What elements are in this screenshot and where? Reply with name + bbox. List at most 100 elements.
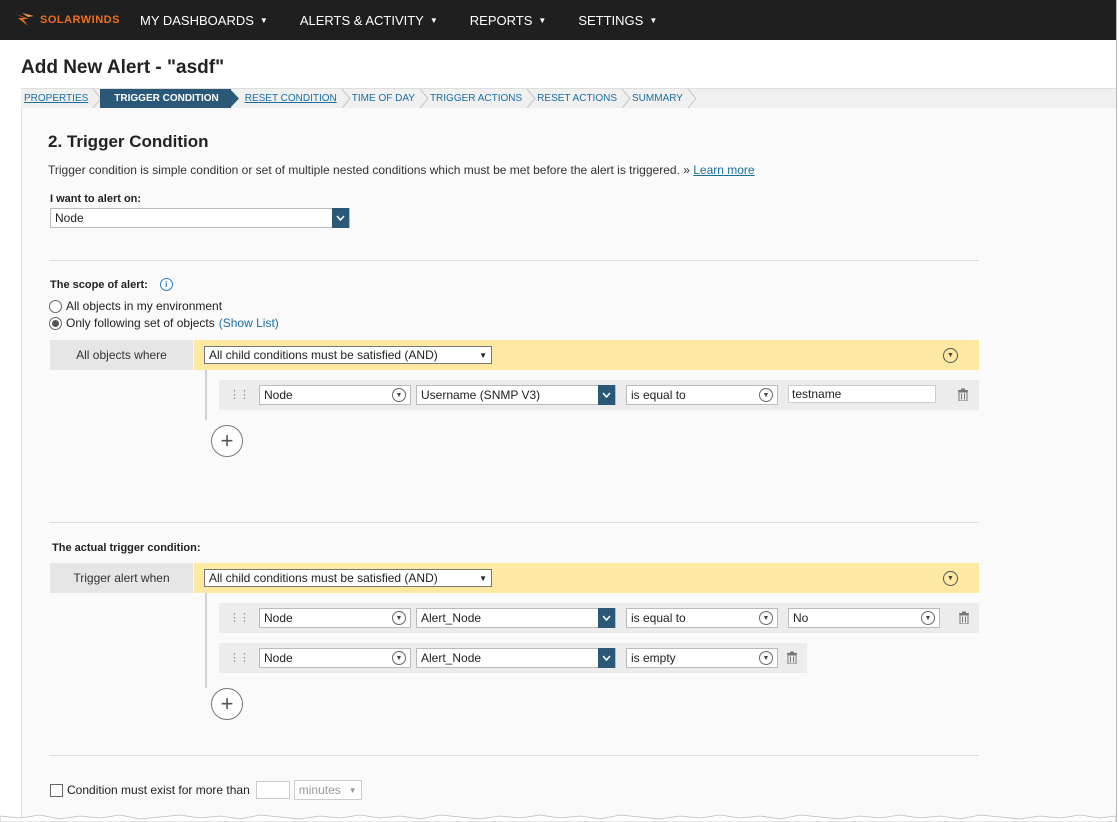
section-title: 2. Trigger Condition <box>48 132 209 151</box>
scope-option-set-label: Only following set of objects <box>66 316 215 330</box>
scope-option-set[interactable]: Only following set of objects (Show List… <box>49 316 279 330</box>
trigger-condition-group: All child conditions must be satisfied (… <box>194 563 979 593</box>
learn-more-link[interactable]: Learn more <box>693 163 754 177</box>
trash-icon[interactable] <box>957 388 969 401</box>
alert-on-value: Node <box>55 211 84 225</box>
duration-input[interactable] <box>255 781 290 799</box>
info-icon[interactable]: i <box>159 278 173 291</box>
nav-my-dashboards-label: MY DASHBOARDS <box>140 12 254 28</box>
field-select[interactable]: Alert_Node <box>416 608 616 628</box>
entity-value: Node <box>264 651 293 665</box>
nav-settings[interactable]: SETTINGS ▼ <box>578 13 657 28</box>
operator-select[interactable]: is empty ▼ <box>626 648 778 668</box>
alert-on-label: I want to alert on: <box>50 193 142 205</box>
divider <box>49 260 979 261</box>
field-select[interactable]: Alert_Node <box>416 648 616 668</box>
trigger-group-operator-select[interactable]: All child conditions must be satisfied (… <box>204 569 492 587</box>
trigger-group-operator-value: All child conditions must be satisfied (… <box>209 571 438 585</box>
description-text: Trigger condition is simple condition or… <box>48 163 690 177</box>
scope-option-all-label: All objects in my environment <box>66 299 223 313</box>
chevron-down-icon: ▼ <box>392 388 406 402</box>
duration-row: Condition must exist for more than minut… <box>50 780 362 800</box>
scope-option-all[interactable]: All objects in my environment <box>49 299 222 313</box>
wizard-step-label: PROPERTIES <box>24 93 89 104</box>
tree-connector <box>205 593 207 688</box>
chevron-down-icon[interactable] <box>332 208 349 228</box>
nav-alerts-activity-label: ALERTS & ACTIVITY <box>299 12 424 28</box>
radio-button[interactable] <box>49 299 62 313</box>
value-select[interactable]: No ▼ <box>788 608 940 628</box>
wizard-step-reset-condition[interactable]: RESET CONDITION <box>231 89 351 108</box>
wizard-step-properties[interactable]: PROPERTIES <box>21 89 102 108</box>
divider <box>49 522 979 523</box>
wizard-step-label: SUMMARY <box>632 93 683 104</box>
chevron-down-icon: ▼ <box>759 651 773 665</box>
operator-value: is empty <box>631 651 676 665</box>
wizard-step-time-of-day[interactable]: TIME OF DAY <box>349 89 429 108</box>
chevron-down-icon[interactable] <box>598 608 615 628</box>
add-condition-button[interactable]: + <box>211 688 243 720</box>
entity-select[interactable]: Node ▼ <box>259 608 411 628</box>
nav-settings-label: SETTINGS <box>578 12 644 28</box>
nav-my-dashboards[interactable]: MY DASHBOARDS ▼ <box>140 13 268 28</box>
nav-alerts-activity[interactable]: ALERTS & ACTIVITY ▼ <box>300 13 438 28</box>
scope-group-operator-select[interactable]: All child conditions must be satisfied (… <box>204 346 492 364</box>
duration-label: Condition must exist for more than <box>67 783 250 797</box>
field-value: Alert_Node <box>421 611 482 625</box>
wizard-step-label: TRIGGER ACTIONS <box>429 93 523 104</box>
scope-where-label: All objects where <box>50 340 193 370</box>
app-window: SOLARWINDS MY DASHBOARDS ▼ ALERTS & ACTIV… <box>0 0 1117 822</box>
operator-value: is equal to <box>631 611 686 625</box>
solarwinds-flame-icon <box>16 13 34 26</box>
drag-handle-icon[interactable]: ⋮⋮ <box>229 388 250 401</box>
show-list-link[interactable]: (Show List) <box>219 316 279 330</box>
field-value: Alert_Node <box>421 651 482 665</box>
page-title: Add New Alert - "asdf" <box>21 57 225 78</box>
field-select[interactable]: Username (SNMP V3) <box>416 385 616 405</box>
top-navigation: SOLARWINDS MY DASHBOARDS ▼ ALERTS & ACTIV… <box>0 0 1116 40</box>
wizard-step-trigger-condition[interactable]: TRIGGER CONDITION <box>100 89 239 108</box>
wizard-step-label: TRIGGER CONDITION <box>114 93 219 104</box>
trigger-where-label: Trigger alert when <box>50 563 193 593</box>
chevron-down-icon[interactable] <box>598 648 615 668</box>
entity-select[interactable]: Node ▼ <box>259 385 411 405</box>
alert-on-select[interactable]: Node <box>50 208 350 228</box>
trash-icon[interactable] <box>958 611 970 624</box>
operator-select[interactable]: is equal to ▼ <box>626 608 778 628</box>
radio-button-selected[interactable] <box>49 316 62 330</box>
wizard-step-reset-actions[interactable]: RESET ACTIONS <box>534 89 631 108</box>
operator-select[interactable]: is equal to ▼ <box>626 385 778 405</box>
chevron-down-icon: ▼ <box>759 388 773 402</box>
chevron-down-icon: ▼ <box>479 574 487 583</box>
wizard-step-summary[interactable]: SUMMARY <box>629 89 697 108</box>
duration-unit-select[interactable]: minutes ▼ <box>293 780 362 800</box>
drag-handle-icon[interactable]: ⋮⋮ <box>229 651 250 664</box>
wizard-step-trigger-actions[interactable]: TRIGGER ACTIONS <box>427 89 536 108</box>
entity-select[interactable]: Node ▼ <box>259 648 411 668</box>
nav-reports-label: REPORTS <box>469 12 533 28</box>
solarwinds-logo[interactable]: SOLARWINDS <box>16 13 128 27</box>
scope-condition-row: ⋮⋮ Node ▼ Username (SNMP V3) is equal to… <box>219 380 979 410</box>
section-description: Trigger condition is simple condition or… <box>48 163 755 177</box>
collapse-chevron-icon[interactable]: ▼ <box>943 571 958 586</box>
brand-name: SOLARWINDS <box>40 14 120 26</box>
drag-handle-icon[interactable]: ⋮⋮ <box>229 611 250 624</box>
scope-group-operator-value: All child conditions must be satisfied (… <box>209 348 438 362</box>
chevron-down-icon: ▼ <box>921 611 935 625</box>
trash-icon[interactable] <box>786 651 798 664</box>
trigger-label: The actual trigger condition: <box>52 542 201 554</box>
chevron-down-icon: ▼ <box>392 611 406 625</box>
nav-reports[interactable]: REPORTS ▼ <box>470 13 547 28</box>
value-selected: No <box>793 611 809 625</box>
torn-edge-decoration <box>0 814 1116 822</box>
chevron-down-icon: ▼ <box>259 15 268 25</box>
wizard-step-label: TIME OF DAY <box>351 93 415 104</box>
chevron-right-icon <box>687 89 697 108</box>
scope-label-row: The scope of alert: i <box>50 278 173 291</box>
chevron-down-icon[interactable] <box>598 385 615 405</box>
plus-icon: + <box>220 691 234 716</box>
value-input[interactable]: testname <box>788 385 936 403</box>
add-condition-button[interactable]: + <box>211 425 243 457</box>
collapse-chevron-icon[interactable]: ▼ <box>943 348 958 363</box>
duration-checkbox[interactable] <box>50 783 63 797</box>
